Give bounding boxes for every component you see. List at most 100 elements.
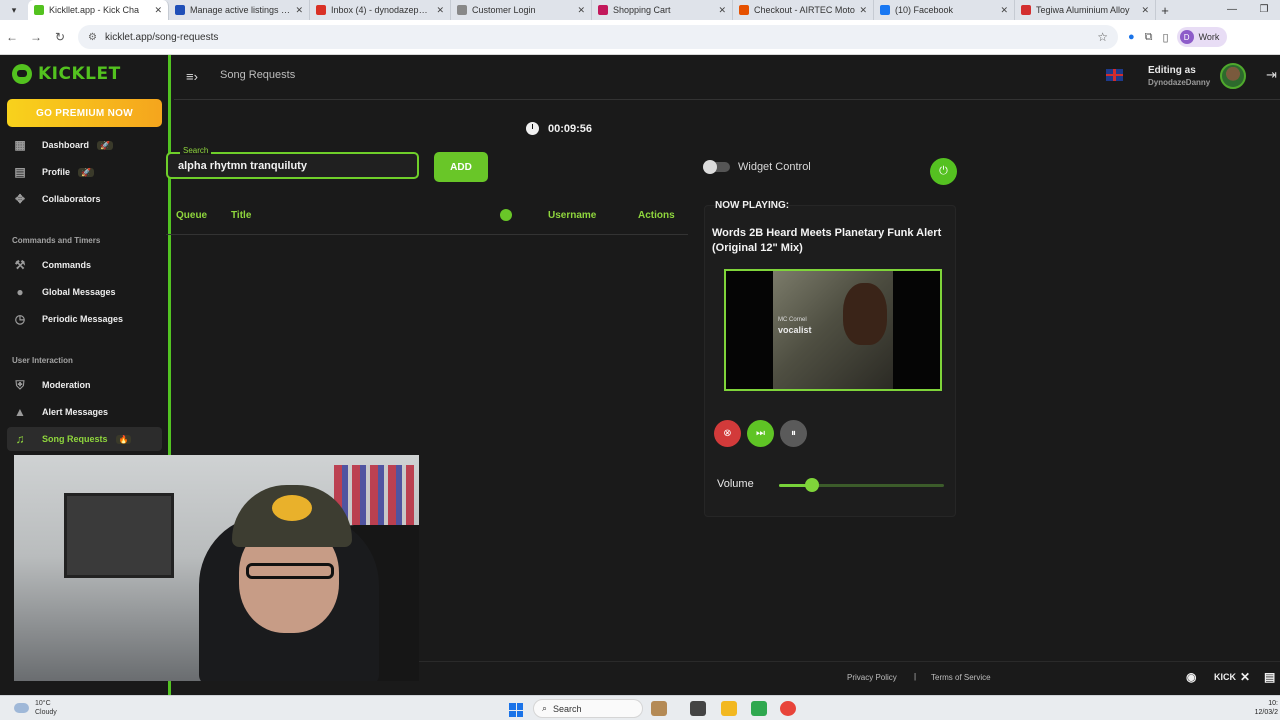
browser-tab[interactable]: Shopping Cart ✕ [592,0,733,20]
kicklet-logo-icon [12,64,32,84]
address-bar[interactable]: ⚙ kicklet.app/song-requests ☆ [78,25,1118,49]
sidebar-item-alert-messages[interactable]: ▲ Alert Messages [7,400,162,424]
pause-button[interactable]: ⏸ [780,420,807,447]
x-icon[interactable]: ✕ [1240,670,1250,684]
avatar[interactable] [1220,63,1246,89]
tab-search-icon[interactable]: ▾ [0,0,28,20]
col-queue[interactable]: Queue [176,210,207,221]
reload-icon[interactable]: ↻ [48,30,72,44]
taskbar-search-label: Search [553,703,582,714]
tab-close-icon[interactable]: ✕ [1141,5,1149,16]
start-icon[interactable] [509,703,523,717]
extension-icon[interactable]: ● [1128,31,1135,43]
discord-icon[interactable]: ◉ [1186,670,1196,684]
browser-tab[interactable]: Inbox (4) - dynodazepp@ ✕ [310,0,451,20]
forward-icon[interactable]: → [24,30,48,44]
tab-label: Checkout - AIRTEC Moto [754,5,855,15]
sidebar-item-label: Song Requests [42,434,108,444]
menu-toggle-icon[interactable]: ≡› [186,69,198,84]
terms-link[interactable]: Terms of Service [931,673,991,682]
sidebar-item-global-messages[interactable]: ● Global Messages [7,280,162,304]
sidebar-item-label: Dashboard [42,140,90,150]
col-username[interactable]: Username [548,210,596,221]
song-search-field: Search [166,146,419,179]
volume-slider[interactable] [779,478,944,492]
weather-text: 10°C Cloudy [35,699,57,717]
windows-taskbar: 10°C Cloudy ⌕ Search 10: 12/03/2 [0,695,1280,720]
tab-label: Tegiwa Aluminium Alloy [1036,5,1130,15]
kick-icon[interactable]: KICK [1214,672,1236,682]
tab-label: Kickllet.app - Kick Cha [49,5,140,15]
clock-date: 12/03/2 [1254,709,1278,716]
file-explorer-icon[interactable] [721,701,737,716]
tab-close-icon[interactable]: ✕ [295,5,303,16]
brand-logo[interactable]: KICKLET [12,64,121,84]
tab-close-icon[interactable]: ✕ [859,5,867,16]
browser-tab[interactable]: Kickllet.app - Kick Cha ✕ [28,0,169,20]
back-icon[interactable]: ← [0,30,24,44]
browser-tab[interactable]: Tegiwa Aluminium Alloy ✕ [1015,0,1156,20]
app-icon[interactable] [751,701,767,716]
clock-time: 10: [1268,700,1278,707]
power-button[interactable]: ⏻ [930,158,957,185]
tab-close-icon[interactable]: ✕ [718,5,726,16]
sidebar-item-moderation[interactable]: ⛨ Moderation [7,373,162,397]
minimize-icon[interactable]: — [1216,0,1248,20]
new-tab-button[interactable]: + [1156,3,1174,18]
widget-toggle[interactable] [703,160,730,174]
bookmark-star-icon[interactable]: ☆ [1097,30,1108,44]
clock-icon: ◷ [14,312,26,326]
maximize-icon[interactable]: ❐ [1248,0,1280,20]
page-title: Song Requests [220,69,296,81]
warning-icon: ▲ [14,405,26,419]
taskbar-search[interactable]: ⌕ Search [533,699,643,718]
browser-tab[interactable]: Customer Login ✕ [451,0,592,20]
sidebar-item-label: Profile [42,167,71,177]
volume-knob[interactable] [805,478,819,492]
add-song-button[interactable]: ADD [434,152,488,182]
sidebar-item-song-requests[interactable]: ♫ Song Requests 🔥 [7,427,162,451]
task-view-icon[interactable] [690,701,706,716]
sidebar-item-dashboard[interactable]: ▦ Dashboard 🚀 [7,133,162,157]
tab-close-icon[interactable]: ✕ [577,5,585,16]
sidebar-item-periodic-messages[interactable]: ◷ Periodic Messages [7,307,162,331]
privacy-policy-link[interactable]: Privacy Policy [847,673,897,682]
search-input[interactable] [168,154,417,177]
tab-favicon [598,5,608,15]
sidebar-item-profile[interactable]: ▤ Profile 🚀 [7,160,162,184]
site-info-icon[interactable]: ⚙ [88,32,97,43]
browser-tab[interactable]: Checkout - AIRTEC Moto ✕ [733,0,874,20]
weather-widget[interactable]: 10°C Cloudy [14,699,57,717]
cloud-icon [14,703,29,713]
profile-button[interactable]: D Work [1176,27,1228,47]
music-icon: ♫ [15,432,25,446]
section-commands-heading: Commands and Timers [12,236,101,245]
browser-tab[interactable]: Manage active listings - e ✕ [169,0,310,20]
section-user-heading: User Interaction [12,356,73,365]
tab-close-icon[interactable]: ✕ [436,5,444,16]
browser-tab[interactable]: (10) Facebook ✕ [874,0,1015,20]
skip-remove-button[interactable]: ⊗ [714,420,741,447]
sidebar-item-label: Commands [42,260,92,270]
sidebar-item-commands[interactable]: ⚒ Commands [7,253,162,277]
brand-name: KICKLET [38,64,121,84]
tab-favicon [457,5,467,15]
wrench-icon: ⚒ [14,258,26,272]
session-timer: 00:09:56 [526,122,592,135]
sidebar-item-collaborators[interactable]: ✥ Collaborators [7,187,162,211]
now-playing-label: NOW PLAYING: [715,200,790,211]
uk-flag-icon[interactable] [1106,69,1123,81]
extensions-puzzle-icon[interactable]: ⧉ [1145,31,1153,44]
next-track-button[interactable]: ⏭ [747,420,774,447]
logout-icon[interactable]: ⇥ [1266,67,1277,83]
chrome-icon[interactable] [780,701,796,716]
col-title[interactable]: Title [231,210,251,221]
doc-icon[interactable]: ▤ [1264,670,1275,684]
widgets-app-icon[interactable] [651,701,667,716]
sidepanel-icon[interactable]: ▯ [1163,31,1169,44]
tab-close-icon[interactable]: ✕ [1000,5,1008,16]
sidebar-item-badge: 🔥 [115,434,132,444]
go-premium-button[interactable]: GO PREMIUM NOW [7,99,162,127]
search-legend: Search [180,146,212,155]
tab-close-icon[interactable]: ✕ [154,5,162,16]
